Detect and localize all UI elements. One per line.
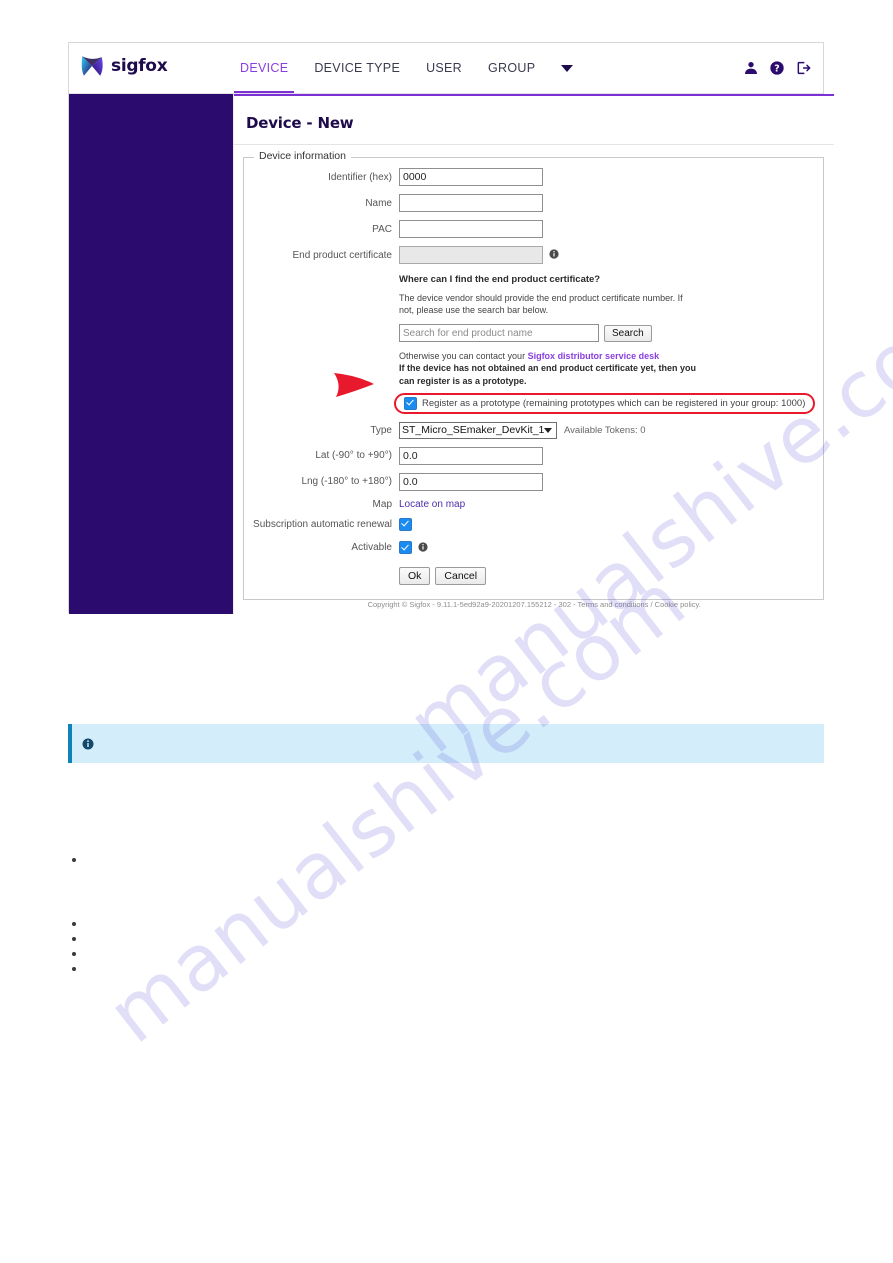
nav-item-device[interactable]: DEVICE [233,43,295,93]
end-product-search-input[interactable] [399,324,599,343]
subscription-renewal-checkbox[interactable] [399,517,412,531]
register-as-prototype-label: Register as a prototype (remaining proto… [422,397,806,409]
certificate-help-block: Where can I find the end product certifi… [399,274,699,387]
available-tokens-label: Available Tokens: 0 [564,424,646,436]
info-icon [82,738,94,749]
header-actions: ? [743,43,811,93]
list-item-bullet [72,922,76,926]
search-button[interactable]: Search [604,324,652,342]
form-actions: Ok Cancel [399,566,823,585]
lat-input[interactable] [399,446,543,465]
main-content: Device - New Device information Identifi… [233,94,835,614]
cancel-button[interactable]: Cancel [435,566,487,585]
svg-text:?: ? [774,63,779,74]
field-row-name: Name [244,194,823,212]
help-icon[interactable]: ? [769,60,785,76]
fieldset-legend: Device information [254,150,351,162]
field-row-identifier: Identifier (hex) [244,168,823,186]
list-item-bullet [72,858,76,862]
field-row-map: Map Locate on map [244,499,823,510]
field-row-end-product-certificate: End product certificate [244,246,823,264]
end-product-search-row: Search [399,324,699,343]
list-item-bullet [72,937,76,941]
info-icon[interactable] [418,539,428,557]
embedded-screenshot: sigfox DEVICE DEVICE TYPE USER GROUP ? D… [68,42,835,614]
activable-label: Activable [351,542,392,554]
field-row-lng: Lng (-180° to +180°) [244,472,823,491]
distributor-service-desk-link[interactable]: Sigfox distributor service desk [528,351,660,361]
help-paragraph: The device vendor should provide the end… [399,293,683,316]
chevron-down-icon [544,427,553,433]
name-label: Name [365,197,392,209]
field-row-type: Type ST_Micro_SEmaker_DevKit_1 Available… [244,421,823,439]
field-row-subscription-renewal: Subscription automatic renewal [244,517,823,531]
list-item-bullet [72,967,76,971]
device-information-fieldset: Device information Identifier (hex) Name… [243,150,825,600]
otherwise-prefix: Otherwise you can contact your [399,351,528,362]
main-nav: DEVICE DEVICE TYPE USER GROUP [233,43,574,93]
sigfox-logo[interactable]: sigfox [79,53,168,79]
user-icon[interactable] [743,60,759,76]
end-product-certificate-label: End product certificate [292,249,393,261]
field-row-lat: Lat (-90° to +90°) [244,446,823,465]
nav-item-device-type[interactable]: DEVICE TYPE [314,43,400,93]
list-item-bullet [72,952,76,956]
prototype-highlight-wrap: Register as a prototype (remaining proto… [334,372,816,414]
title-divider [234,144,835,145]
field-row-activable: Activable [244,539,823,557]
sigfox-butterfly-logo-icon [81,56,103,76]
device-type-selected-value: ST_Micro_SEmaker_DevKit_1 [402,424,545,437]
help-question: Where can I find the end product certifi… [399,274,601,285]
field-row-pac: PAC [244,220,823,238]
register-as-prototype-checkbox[interactable] [404,396,417,410]
name-input[interactable] [399,194,543,212]
watermark-text: manualshive.com [92,556,703,1061]
left-sidebar [69,94,233,614]
identifier-input[interactable] [399,168,543,186]
app-footer: Copyright © Sigfox - 9.11.1-5ed92a9-2020… [367,600,701,609]
info-icon[interactable] [549,246,559,264]
prototype-highlight-box: Register as a prototype (remaining proto… [394,392,816,414]
activable-checkbox[interactable] [399,541,412,555]
pac-input[interactable] [399,220,543,238]
pac-label: PAC [372,223,392,235]
lat-label: Lat (-90° to +90°) [315,450,392,462]
type-label: Type [370,424,392,436]
info-callout [68,724,824,763]
prototype-note: If the device has not obtained an end pr… [399,363,697,386]
red-arrow-pointer-icon [334,372,374,397]
accent-bar [234,94,835,96]
lng-input[interactable] [399,472,543,491]
lng-label: Lng (-180° to +180°) [301,476,392,488]
identifier-label: Identifier (hex) [328,171,392,183]
end-product-certificate-input [399,246,543,264]
app-header: sigfox DEVICE DEVICE TYPE USER GROUP ? [69,43,823,94]
logout-icon[interactable] [795,60,811,76]
chevron-down-icon[interactable] [561,64,574,72]
subscription-renewal-label: Subscription automatic renewal [253,518,392,530]
nav-item-group[interactable]: GROUP [488,43,535,93]
ok-button[interactable]: Ok [399,566,431,585]
map-label: Map [372,498,392,510]
help-otherwise: Otherwise you can contact your Sigfox di… [399,350,699,386]
app-body: Device - New Device information Identifi… [69,94,835,614]
logo-wordmark: sigfox [111,56,168,76]
page-title: Device - New [246,114,354,132]
nav-item-user[interactable]: USER [426,43,462,93]
locate-on-map-link[interactable]: Locate on map [399,499,465,510]
device-type-select[interactable]: ST_Micro_SEmaker_DevKit_1 [399,421,557,439]
